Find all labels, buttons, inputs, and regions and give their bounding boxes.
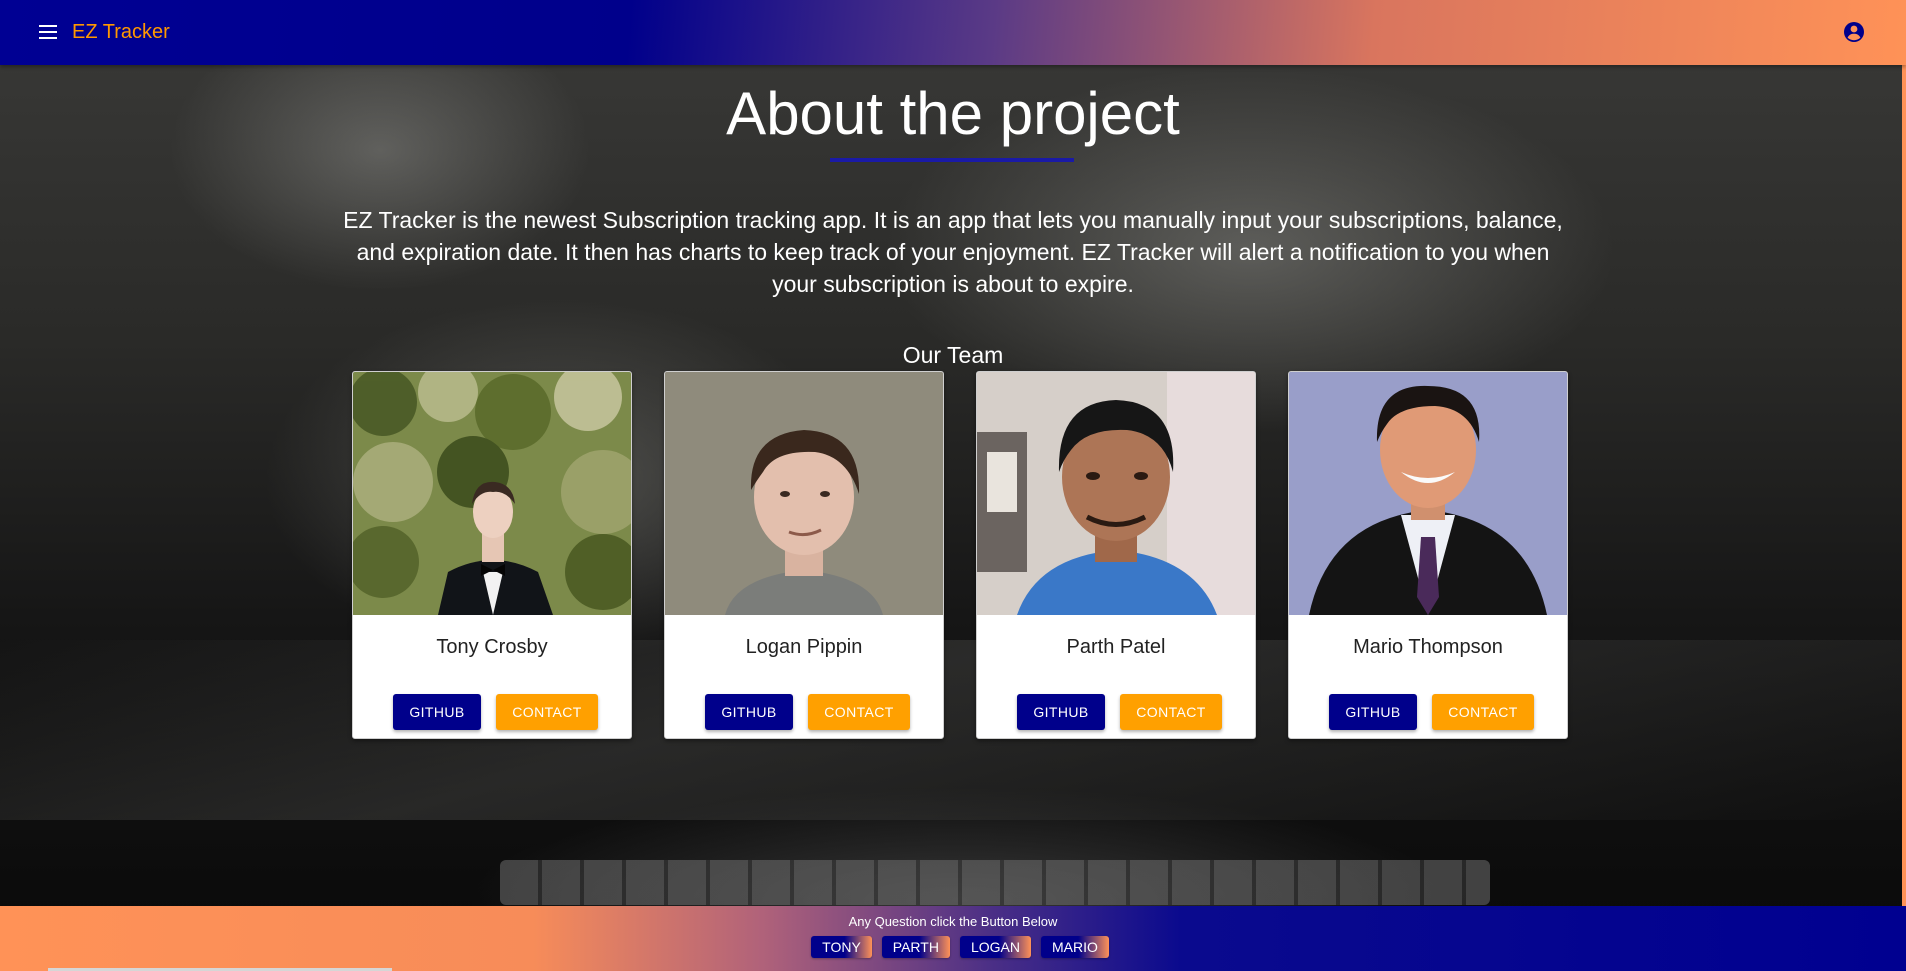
footer: Any Question click the Button Below TONY… xyxy=(0,906,1906,971)
team-member-name: Tony Crosby xyxy=(436,636,548,658)
github-button[interactable]: GITHUB xyxy=(705,694,793,730)
footer-text: Any Question click the Button Below xyxy=(848,914,1058,929)
team-member-name: Mario Thompson xyxy=(1353,636,1503,658)
team-card-logan: Logan Pippin GITHUB CONTACT xyxy=(664,371,944,739)
github-button[interactable]: GITHUB xyxy=(1329,694,1417,730)
team-photo-tony xyxy=(353,372,631,615)
team-card-tony: Tony Crosby GITHUB CONTACT xyxy=(352,371,632,739)
contact-button[interactable]: CONTACT xyxy=(808,694,910,730)
github-button[interactable]: GITHUB xyxy=(393,694,481,730)
footer-button-mario[interactable]: MARIO xyxy=(1040,936,1109,958)
contact-button[interactable]: CONTACT xyxy=(496,694,598,730)
contact-button[interactable]: CONTACT xyxy=(1120,694,1222,730)
background-keyboard xyxy=(500,860,1490,905)
title-underline xyxy=(830,158,1074,162)
background-monitor xyxy=(0,640,1906,820)
account-circle-icon[interactable] xyxy=(1842,20,1866,44)
team-member-name: Logan Pippin xyxy=(745,636,863,658)
team-photo-logan xyxy=(665,372,943,615)
menu-icon[interactable] xyxy=(36,20,60,44)
team-member-name: Parth Patel xyxy=(1066,636,1166,658)
page-title: About the project xyxy=(726,80,1180,147)
team-card-mario: Mario Thompson GITHUB CONTACT xyxy=(1288,371,1568,739)
app-title[interactable]: EZ Tracker xyxy=(72,20,170,44)
team-heading: Our Team xyxy=(902,342,1004,368)
footer-contact-buttons: TONY PARTH LOGAN MARIO xyxy=(0,936,1906,958)
team-photo-parth xyxy=(977,372,1255,615)
contact-button[interactable]: CONTACT xyxy=(1432,694,1534,730)
app-bar: EZ Tracker xyxy=(0,0,1906,65)
team-photo-mario xyxy=(1289,372,1567,615)
footer-button-logan[interactable]: LOGAN xyxy=(959,936,1031,958)
footer-button-parth[interactable]: PARTH xyxy=(881,936,950,958)
footer-button-tony[interactable]: TONY xyxy=(811,936,872,958)
window-edge xyxy=(1902,65,1906,906)
github-button[interactable]: GITHUB xyxy=(1017,694,1105,730)
project-description: EZ Tracker is the newest Subscription tr… xyxy=(343,207,1563,297)
team-card-parth: Parth Patel GITHUB CONTACT xyxy=(976,371,1256,739)
